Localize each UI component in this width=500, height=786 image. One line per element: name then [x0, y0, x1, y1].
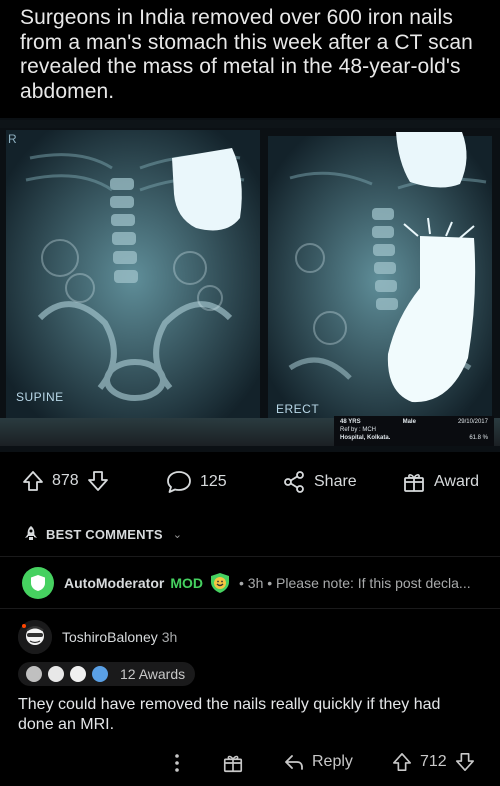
mod-flair-icon — [211, 573, 229, 593]
tag-percent: 61.8 % — [469, 435, 488, 441]
erect-label: ERECT — [276, 402, 320, 416]
comment-header: ToshiroBaloney 3h — [18, 620, 488, 654]
comment-icon — [167, 471, 191, 493]
award-button[interactable]: Award — [402, 470, 479, 494]
share-label: Share — [314, 473, 357, 490]
rocket-icon — [25, 526, 37, 540]
comment-vote-group: 712 — [392, 752, 475, 772]
chevron-down-icon: ⌄ — [172, 528, 183, 541]
tag-ref: Ref by : MCH — [340, 427, 377, 433]
post-action-bar: 878 125 Share Award — [0, 460, 500, 504]
divider — [0, 556, 500, 557]
upvote-count: 878 — [52, 472, 79, 489]
upvote-icon[interactable] — [392, 752, 412, 772]
automod-meta: • 3h • Please note: If this post decla..… — [239, 575, 471, 591]
xray-id-tag: 48 YRS Male 29/10/2017 Ref by : MCH Hosp… — [334, 416, 494, 446]
film-corner-label: R — [8, 132, 18, 146]
divider — [0, 608, 500, 609]
mod-badge: MOD — [170, 575, 203, 591]
silver-award-icon — [26, 666, 42, 682]
tag-sex: Male — [402, 419, 416, 425]
comments-button[interactable]: 125 — [166, 470, 227, 494]
award-label: Award — [434, 473, 480, 490]
eyes-award-icon — [92, 666, 108, 682]
comment-action-bar: Reply 712 — [0, 750, 500, 778]
more-options-button[interactable] — [170, 752, 184, 774]
comment-sort-button[interactable]: BEST COMMENTS ⌄ — [22, 525, 182, 543]
upvote-icon[interactable] — [22, 470, 44, 492]
comment-username[interactable]: ToshiroBaloney — [62, 629, 158, 645]
comment-award-button[interactable] — [222, 752, 244, 774]
laughing-award-icon — [70, 666, 86, 682]
post-title: Surgeons in India removed over 600 iron … — [20, 6, 473, 103]
gift-icon — [223, 755, 243, 773]
comment-body: They could have removed the nails really… — [18, 696, 441, 733]
share-button[interactable]: Share — [282, 470, 357, 494]
awards-bar[interactable]: 12 Awards — [18, 662, 196, 686]
gift-icon — [404, 474, 424, 492]
comment-card: ToshiroBaloney 3h 12 Awards They could h… — [18, 620, 488, 735]
shield-icon — [31, 575, 45, 591]
more-vertical-icon — [175, 754, 179, 772]
automod-avatar[interactable] — [22, 567, 54, 599]
comment-time: 3h — [161, 629, 178, 645]
reply-icon — [285, 755, 303, 770]
wholesome-award-icon — [48, 666, 64, 682]
xray-image — [0, 118, 500, 452]
vote-group: 878 — [22, 470, 109, 492]
share-icon — [284, 471, 304, 493]
avatar[interactable] — [18, 620, 52, 654]
sort-label: BEST COMMENTS — [46, 526, 163, 542]
comment-count: 125 — [200, 473, 227, 490]
comment-score: 712 — [420, 753, 447, 770]
tag-age: 48 YRS — [340, 419, 361, 425]
downvote-icon[interactable] — [455, 752, 475, 772]
automod-comment[interactable]: AutoModerator MOD • 3h • Please note: If… — [22, 567, 492, 599]
awards-count: 12 Awards — [120, 666, 186, 682]
user-avatar-icon — [18, 620, 52, 654]
downvote-icon[interactable] — [87, 470, 109, 492]
post-image[interactable]: R SUPINE ERECT 48 YRS Male 29/10/2017 Re… — [0, 118, 500, 452]
reply-label: Reply — [312, 753, 353, 770]
reply-button[interactable]: Reply — [284, 752, 353, 772]
tag-date: 29/10/2017 — [457, 419, 488, 425]
tag-hospital: Hospital, Kolkata. — [340, 435, 391, 441]
supine-label: SUPINE — [16, 390, 64, 404]
automod-username[interactable]: AutoModerator — [64, 575, 164, 591]
